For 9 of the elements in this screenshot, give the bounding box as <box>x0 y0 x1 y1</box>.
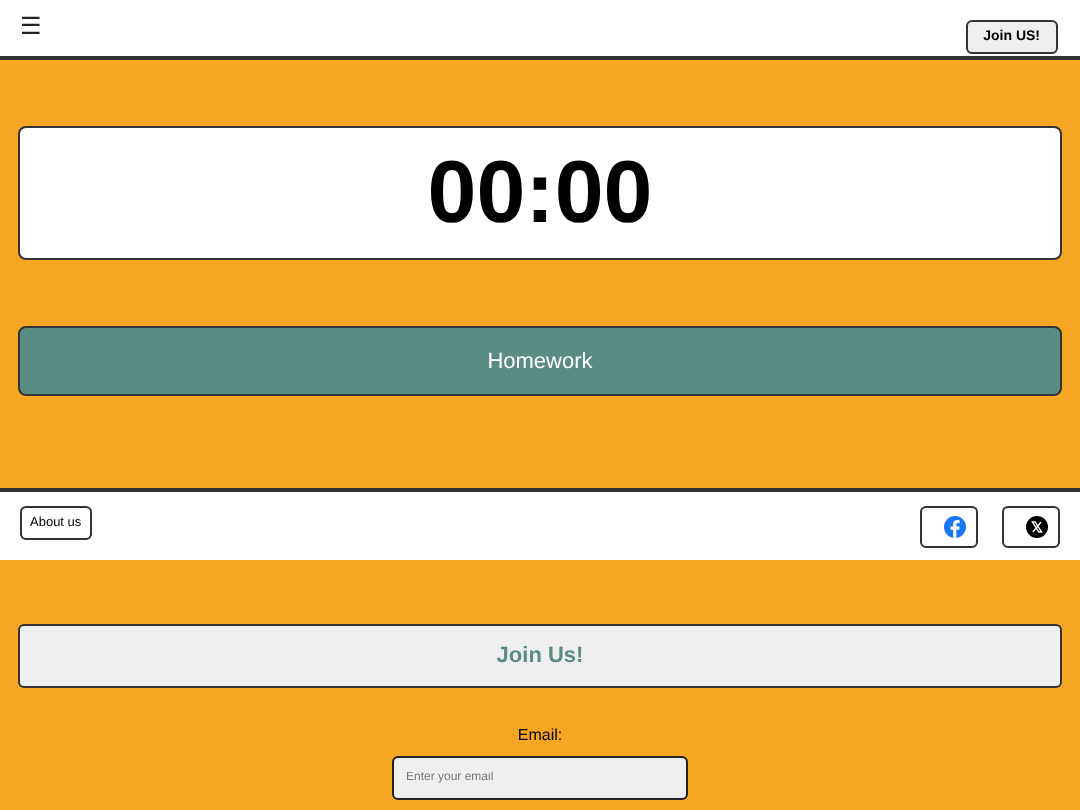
x-logo-icon <box>1026 515 1048 537</box>
social-button[interactable] <box>920 505 978 547</box>
homework-button[interactable]: Homework <box>18 326 1062 396</box>
join-title: Join Us! <box>496 644 584 668</box>
social-button[interactable] <box>1002 505 1060 547</box>
menu-icon[interactable]: ☰ <box>20 12 42 40</box>
timer-display: 00:00 <box>427 143 653 243</box>
email-label: Email: <box>517 726 563 744</box>
facebook-icon <box>944 515 966 537</box>
